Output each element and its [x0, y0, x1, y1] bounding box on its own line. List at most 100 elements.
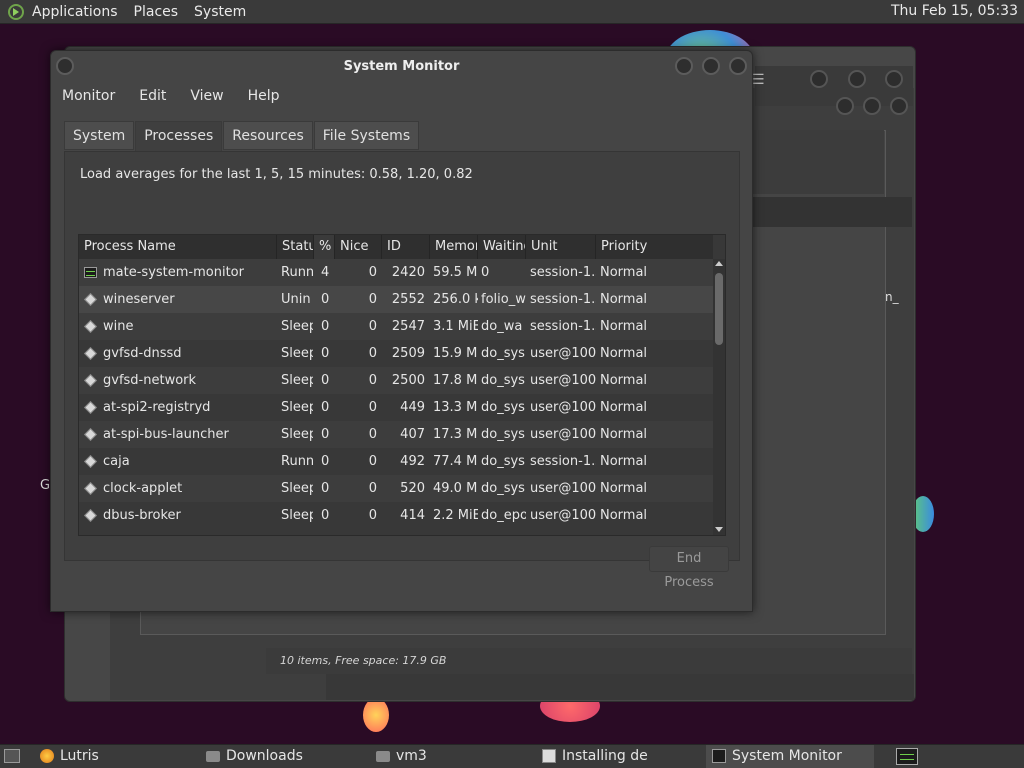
process-nice: 0	[368, 292, 377, 307]
process-id: 492	[400, 454, 425, 469]
process-waiting-channel: folio_w	[481, 292, 526, 307]
tab-system[interactable]: System	[64, 121, 135, 150]
diamond-icon	[84, 401, 97, 414]
panel-clock[interactable]: Thu Feb 15, 05:33	[891, 3, 1018, 19]
process-id: 2509	[391, 346, 425, 361]
diamond-icon	[84, 482, 97, 495]
column-waiting-channel[interactable]: Waiting	[478, 235, 526, 259]
process-memory: 256.0 k	[433, 292, 478, 307]
task-label: Lutris	[60, 748, 99, 764]
table-row[interactable]: clock-applet Sleep 0 0 520 49.0 Mdo_sys user@1…	[79, 475, 713, 502]
diamond-icon	[84, 347, 97, 360]
column-status[interactable]: Statu	[277, 235, 314, 259]
process-nice: 0	[368, 373, 377, 388]
process-nice: 0	[368, 481, 377, 496]
tab-processes[interactable]: Processes	[135, 121, 223, 152]
process-name: caja	[103, 454, 130, 469]
process-waiting-channel: do_sys	[481, 400, 525, 415]
scroll-down-icon[interactable]	[715, 527, 723, 532]
column-process-name[interactable]: Process Name	[79, 235, 277, 259]
scrollbar-thumb[interactable]	[715, 273, 723, 345]
table-row[interactable]: caja Runn 0 0 492 77.4 Mdo_sys session-1.s Norm…	[79, 448, 713, 475]
bg-window-button[interactable]	[885, 70, 903, 88]
table-header: Process Name Statu % Nice ID Memor Waiti…	[79, 235, 713, 260]
menu-monitor[interactable]: Monitor	[62, 88, 115, 104]
hamburger-icon[interactable]: ☰	[752, 72, 770, 88]
process-priority: Normal	[600, 292, 648, 307]
vertical-scrollbar[interactable]	[713, 259, 725, 535]
process-icon	[84, 428, 97, 441]
tab-resources[interactable]: Resources	[223, 121, 313, 150]
panel-menu-system[interactable]: System	[194, 4, 246, 20]
scroll-up-icon[interactable]	[715, 261, 723, 266]
task-vm3[interactable]: vm3	[370, 745, 536, 768]
process-cpu: 0	[321, 454, 330, 469]
process-cpu: 0	[321, 508, 330, 523]
process-icon	[84, 482, 97, 495]
background-text-fragment: G	[40, 478, 51, 493]
process-status: Sleep	[281, 508, 313, 523]
process-memory: 49.0 M	[433, 481, 478, 496]
system-monitor-icon	[712, 749, 726, 763]
bg-window-button[interactable]	[810, 70, 828, 88]
close-button[interactable]	[729, 57, 747, 75]
table-row[interactable]: wineserver Unin 0 0 2552 256.0 k folio_w sessio…	[79, 286, 713, 313]
column-cpu[interactable]: %	[314, 235, 335, 259]
process-waiting-channel: do_sys	[481, 454, 525, 469]
panel-menu-places[interactable]: Places	[134, 4, 179, 20]
diamond-icon	[84, 293, 97, 306]
process-icon	[84, 374, 97, 387]
end-process-button[interactable]: End Process	[649, 546, 729, 590]
system-monitor-window: System Monitor Monitor Edit View Help Sy…	[50, 50, 753, 612]
bg-window-button[interactable]	[848, 70, 866, 88]
process-icon	[84, 293, 97, 306]
process-id: 449	[400, 400, 425, 415]
process-waiting-channel: do_sys	[481, 481, 525, 496]
window-titlebar[interactable]: System Monitor	[51, 51, 752, 81]
system-monitor-applet-icon[interactable]	[896, 748, 918, 765]
menu-edit[interactable]: Edit	[139, 88, 166, 104]
table-row[interactable]: mate-system-monitor Runn 4 0 2420 59.5 M 0 sess…	[79, 259, 713, 286]
task-label: Downloads	[226, 748, 303, 764]
process-status: Runn	[281, 265, 313, 280]
mate-menu-icon[interactable]	[8, 3, 24, 20]
task-downloads[interactable]: Downloads	[200, 745, 366, 768]
tab-file-systems[interactable]: File Systems	[313, 121, 420, 150]
task-system-monitor[interactable]: System Monitor	[706, 745, 874, 768]
column-priority[interactable]: Priority	[596, 235, 713, 259]
bg-window-button[interactable]	[836, 97, 854, 115]
process-unit: session-1.s	[530, 265, 596, 280]
table-row[interactable]: gvfsd-dnssd Sleep 0 0 2509 15.9 Mido_sys user@…	[79, 340, 713, 367]
tab-bar: System Processes Resources File Systems	[64, 121, 420, 152]
column-unit[interactable]: Unit	[526, 235, 596, 259]
show-desktop-icon[interactable]	[4, 749, 20, 763]
bg-window-button[interactable]	[863, 97, 881, 115]
lutris-icon	[40, 749, 54, 763]
bg-window-button[interactable]	[890, 97, 908, 115]
table-row[interactable]: at-spi2-registryd Sleep 0 0 449 13.3 Mdo_sys u…	[79, 394, 713, 421]
column-id[interactable]: ID	[382, 235, 430, 259]
menu-view[interactable]: View	[190, 88, 223, 104]
table-row[interactable]: wine Sleep 0 0 2547 3.1 MiEdo_wa session-1.s No…	[79, 313, 713, 340]
task-installing[interactable]: Installing de	[536, 745, 702, 768]
column-nice[interactable]: Nice	[335, 235, 382, 259]
maximize-button[interactable]	[702, 57, 720, 75]
process-memory: 3.1 MiE	[433, 319, 478, 334]
process-status: Sleep	[281, 346, 313, 361]
table-row[interactable]: at-spi-bus-launcher Sleep 0 0 407 17.3 Mido_s…	[79, 421, 713, 448]
minimize-button[interactable]	[675, 57, 693, 75]
process-cpu: 0	[321, 319, 330, 334]
monitor-screen-icon	[84, 267, 97, 278]
menu-help[interactable]: Help	[248, 88, 280, 104]
table-row[interactable]: gvfsd-network Sleep 0 0 2500 17.8 Mido_sys use…	[79, 367, 713, 394]
panel-menu-applications[interactable]: Applications	[32, 4, 118, 20]
terminal-icon	[542, 749, 556, 763]
bottom-taskbar: Lutris Downloads vm3 Installing de Syste…	[0, 744, 1024, 768]
process-id: 2552	[391, 292, 425, 307]
process-memory: 2.2 MiE	[433, 508, 478, 523]
process-memory: 15.9 Mi	[433, 346, 478, 361]
task-lutris[interactable]: Lutris	[34, 745, 196, 768]
table-row[interactable]: dbus-broker Sleep 0 0 414 2.2 MiEdo_epo user@1…	[79, 502, 713, 529]
column-memory[interactable]: Memor	[430, 235, 478, 259]
process-icon	[84, 320, 97, 333]
